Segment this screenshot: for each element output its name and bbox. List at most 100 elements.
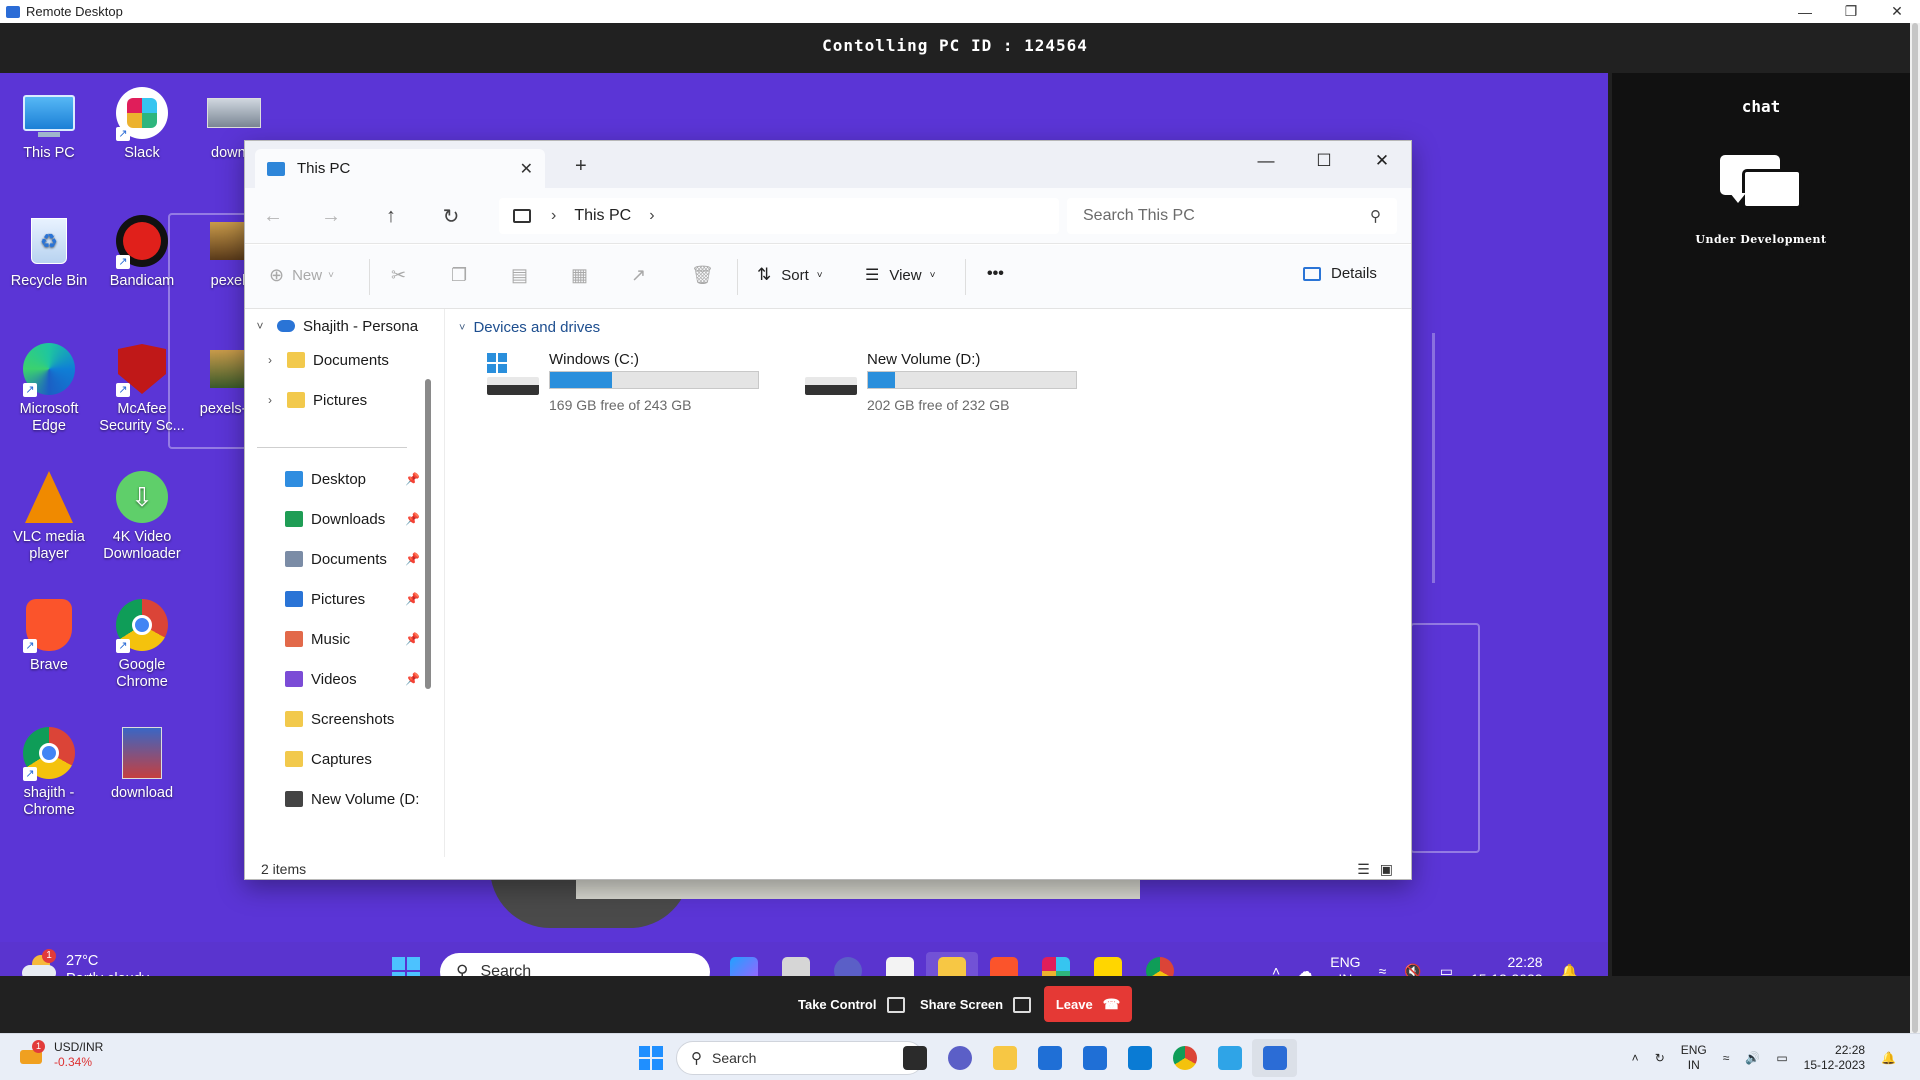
nav-item-quick-access[interactable]: Music 📌 — [285, 624, 420, 654]
leave-button[interactable]: Leave ☎ — [1044, 986, 1132, 1022]
cut-icon[interactable]: ✂ — [391, 265, 406, 286]
chevron-down-icon[interactable]: ˅ — [253, 319, 267, 333]
host-language-indicator[interactable]: ENG IN — [1681, 1043, 1707, 1073]
host-search[interactable]: ⚲ Search — [676, 1041, 924, 1075]
nav-item-quick-access[interactable]: New Volume (D: — [285, 784, 419, 814]
host-app-vscode[interactable] — [1117, 1039, 1162, 1077]
nav-item-quick-access[interactable]: Captures — [285, 744, 372, 774]
nav-pane-scrollbar[interactable] — [425, 379, 431, 689]
take-control-button[interactable]: Take Control — [798, 976, 905, 1033]
host-app-notepad[interactable] — [1207, 1039, 1252, 1077]
host-app-remote-desktop[interactable] — [1252, 1039, 1297, 1077]
desktop-icon-brave[interactable]: ↗ Brave — [3, 597, 95, 674]
delete-icon[interactable]: 🗑 — [691, 265, 714, 286]
host-ticker-widget[interactable]: 1 USD/INR -0.34% — [18, 1040, 103, 1070]
up-arrow-icon[interactable]: ↑ — [375, 200, 407, 232]
pin-icon[interactable]: 📌 — [405, 512, 420, 526]
view-button[interactable]: ☰ View ˅ — [865, 265, 935, 285]
close-icon[interactable]: ✕ — [1353, 141, 1411, 181]
pin-icon[interactable]: 📌 — [405, 632, 420, 646]
close-icon[interactable]: ✕ — [1874, 0, 1920, 23]
remote-screen[interactable]: This PC ♻ Recycle Bin ↗ Microsoft Edge V… — [0, 73, 1608, 999]
details-button[interactable]: Details — [1303, 265, 1377, 282]
host-clock[interactable]: 22:28 15-12-2023 — [1804, 1043, 1865, 1073]
refresh-icon[interactable]: ↻ — [435, 200, 467, 232]
breadcrumb-this-pc[interactable]: This PC — [574, 207, 631, 225]
file-explorer-window[interactable]: This PC ✕ + — ☐ ✕ ← → ↑ ↻ › This PC › Se… — [244, 140, 1412, 880]
wifi-icon[interactable]: ≈ — [1723, 1051, 1730, 1066]
explorer-tab[interactable]: This PC ✕ — [255, 149, 545, 188]
restore-icon[interactable]: ❐ — [1828, 0, 1874, 23]
nav-item-quick-access[interactable]: Documents 📌 — [285, 544, 420, 574]
nav-item-onedrive[interactable]: ˅ Shajith - Persona — [253, 311, 418, 341]
desktop-icon-microsoft-edge[interactable]: ↗ Microsoft Edge — [3, 341, 95, 436]
show-hidden-icons[interactable]: ˄ — [1632, 1051, 1639, 1066]
speaker-icon[interactable]: 🔊 — [1745, 1051, 1760, 1066]
rename-icon[interactable]: ▦ — [571, 265, 588, 286]
list-view-icon[interactable]: ☰ — [1357, 861, 1370, 878]
desktop-icon-this-pc[interactable]: This PC — [3, 85, 95, 162]
forward-arrow-icon[interactable]: → — [315, 200, 347, 232]
search-box[interactable]: Search This PC ⚲ — [1067, 198, 1397, 234]
desktop-icon-4k-video-downloader[interactable]: ⇩ 4K Video Downloader — [96, 469, 188, 564]
drive-c[interactable]: Windows (C:) 169 GB free of 243 GB — [487, 351, 777, 413]
new-button[interactable]: ⊕ New ˅ — [269, 265, 334, 286]
host-app-task-view[interactable] — [892, 1039, 937, 1077]
host-start-button[interactable] — [628, 1039, 673, 1077]
scrollbar-thumb[interactable] — [1912, 23, 1918, 1033]
nav-item-onedrive-documents[interactable]: › Documents — [263, 345, 389, 375]
desktop-icon-vlc[interactable]: VLC media player — [3, 469, 95, 564]
pin-icon[interactable]: 📌 — [405, 552, 420, 566]
breadcrumb-chevron-icon[interactable]: › — [551, 207, 556, 225]
host-app-teams[interactable] — [937, 1039, 982, 1077]
chevron-right-icon[interactable]: › — [263, 353, 277, 367]
maximize-icon[interactable]: ☐ — [1295, 141, 1353, 181]
minimize-icon[interactable]: — — [1782, 0, 1828, 23]
navigation-pane[interactable]: ˅ Shajith - Persona › Documents › Pictur… — [245, 309, 445, 857]
more-options-icon[interactable]: ••• — [987, 265, 1004, 283]
sync-icon[interactable]: ↻ — [1655, 1051, 1665, 1066]
nav-item-quick-access[interactable]: Videos 📌 — [285, 664, 420, 694]
desktop-icon-recycle-bin[interactable]: ♻ Recycle Bin — [3, 213, 95, 290]
host-app-file-explorer[interactable] — [982, 1039, 1027, 1077]
sort-button[interactable]: ⇅ Sort ˅ — [757, 265, 823, 285]
paste-icon[interactable]: ▤ — [511, 265, 528, 286]
desktop-icon-slack[interactable]: ↗ Slack — [96, 85, 188, 162]
drive-free-space: 202 GB free of 232 GB — [867, 397, 1010, 413]
back-arrow-icon[interactable]: ← — [257, 200, 289, 232]
desktop-icon-shajith-chrome[interactable]: ↗ shajith - Chrome — [3, 725, 95, 820]
close-tab-icon[interactable]: ✕ — [520, 159, 533, 179]
address-bar[interactable]: › This PC › — [499, 198, 1059, 234]
host-app-mail[interactable] — [1072, 1039, 1117, 1077]
share-screen-button[interactable]: Share Screen — [920, 976, 1032, 1033]
desktop-icon-google-chrome[interactable]: ↗ Google Chrome — [96, 597, 188, 692]
chevron-down-icon[interactable]: ˅ — [459, 322, 465, 334]
nav-item-onedrive-pictures[interactable]: › Pictures — [263, 385, 367, 415]
pin-icon[interactable]: 📌 — [405, 672, 420, 686]
drive-d[interactable]: New Volume (D:) 202 GB free of 232 GB — [805, 351, 1095, 413]
battery-icon[interactable]: ▭ — [1776, 1051, 1787, 1066]
nav-item-quick-access[interactable]: Screenshots — [285, 704, 394, 734]
new-tab-icon[interactable]: + — [575, 155, 587, 178]
nav-item-quick-access[interactable]: Pictures 📌 — [285, 584, 420, 614]
group-header-devices[interactable]: ˅ Devices and drives — [459, 319, 600, 336]
tiles-view-icon[interactable]: ▣ — [1380, 861, 1393, 878]
host-app-chrome[interactable] — [1162, 1039, 1207, 1077]
desktop-icon-download[interactable]: download — [96, 725, 188, 802]
breadcrumb-chevron-icon[interactable]: › — [649, 207, 654, 225]
minimize-icon[interactable]: — — [1237, 141, 1295, 181]
window-scrollbar[interactable] — [1910, 23, 1920, 1033]
nav-item-quick-access[interactable]: Desktop 📌 — [285, 464, 420, 494]
nav-item-quick-access[interactable]: Downloads 📌 — [285, 504, 420, 534]
host-app-store[interactable] — [1027, 1039, 1072, 1077]
command-bar: ⊕ New ˅ ✂ ❐ ▤ ▦ ↗ 🗑 ⇅ Sort ˅ ☰ View ˅ ••… — [245, 245, 1411, 309]
content-pane[interactable]: ˅ Devices and drives Windows (C:) 169 GB… — [445, 309, 1411, 857]
pin-icon[interactable]: 📌 — [405, 592, 420, 606]
chevron-right-icon[interactable]: › — [263, 393, 277, 407]
copy-icon[interactable]: ❐ — [451, 265, 467, 286]
desktop-icon-bandicam[interactable]: ↗ Bandicam — [96, 213, 188, 290]
pin-icon[interactable]: 📌 — [405, 472, 420, 486]
share-icon[interactable]: ↗ — [631, 265, 646, 286]
notification-bell-icon[interactable]: 🔔 — [1881, 1051, 1896, 1066]
desktop-icon-mcafee[interactable]: ↗ McAfee Security Sc... — [96, 341, 188, 436]
